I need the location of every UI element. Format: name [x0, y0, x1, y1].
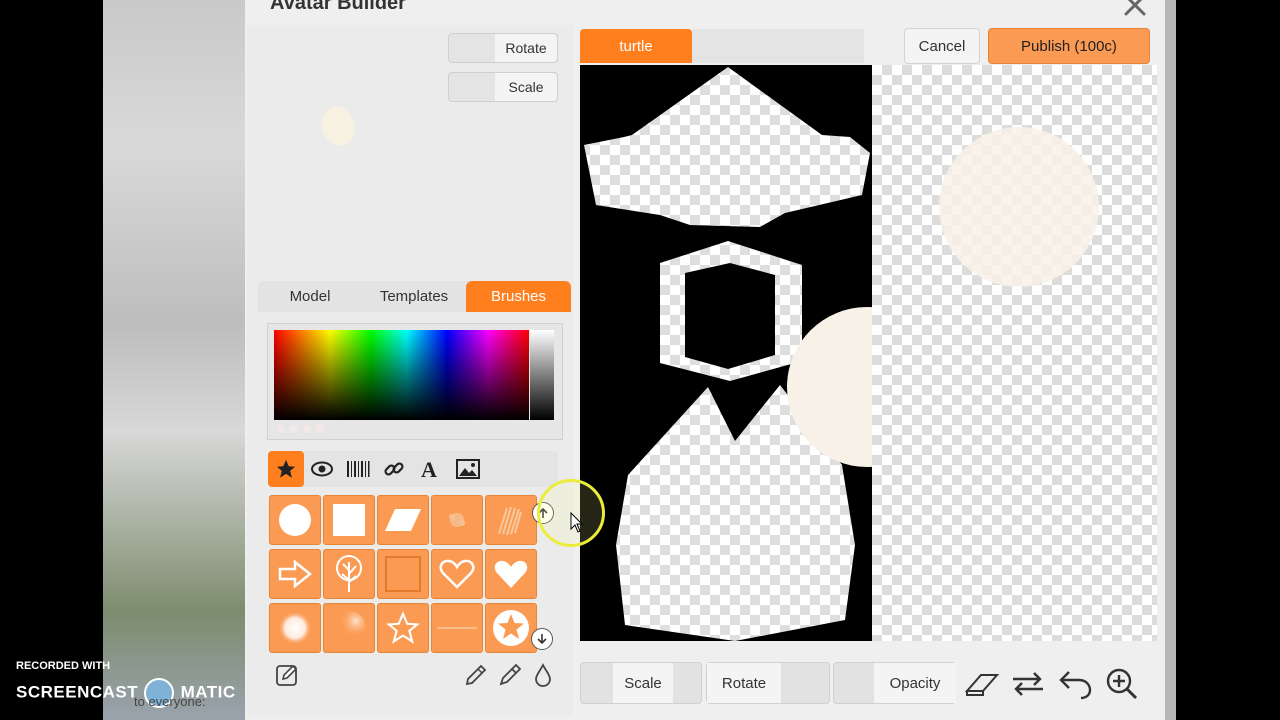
scribble-brush[interactable]: [485, 495, 537, 545]
arrow-brush[interactable]: [269, 549, 321, 599]
square-brush[interactable]: [323, 495, 375, 545]
scale-label: Scale: [495, 73, 557, 101]
rotate-button-bottom[interactable]: Rotate: [706, 662, 830, 704]
eyedropper-icon[interactable]: [495, 660, 525, 690]
watermark-line1: RECORDED WITH: [16, 660, 111, 672]
layer-tab-strip: [692, 29, 864, 63]
scroll-down-icon[interactable]: [531, 628, 553, 650]
mouse-cursor-icon: [570, 512, 584, 533]
star-icon[interactable]: [268, 451, 304, 487]
eye-icon[interactable]: [304, 451, 340, 487]
undo-icon[interactable]: [1055, 666, 1095, 702]
outline-star-brush[interactable]: [377, 603, 429, 653]
star-badge-brush[interactable]: [485, 603, 537, 653]
edit-icon[interactable]: [272, 660, 302, 690]
panel-tabs: Model Templates Brushes: [258, 281, 571, 312]
parallelogram-brush[interactable]: [377, 495, 429, 545]
layer-name-tab[interactable]: turtle: [580, 29, 692, 63]
publish-button[interactable]: Publish (100c): [988, 28, 1150, 64]
outline-square-brush[interactable]: [377, 549, 429, 599]
opacity-button[interactable]: Opacity: [833, 662, 956, 704]
cancel-button[interactable]: Cancel: [904, 28, 980, 64]
eraser-icon[interactable]: [962, 666, 1002, 702]
rotate-bottom-label: Rotate: [707, 663, 781, 703]
color-spectrum[interactable]: [274, 330, 529, 420]
splatter-brush[interactable]: [431, 495, 483, 545]
rotate-label: Rotate: [495, 34, 557, 62]
svg-text:A: A: [421, 458, 437, 480]
scale-button-bottom[interactable]: Scale: [580, 662, 702, 704]
zoom-icon[interactable]: [1102, 666, 1142, 702]
opacity-label: Opacity: [874, 663, 956, 703]
barcode-icon[interactable]: [340, 451, 376, 487]
brush-category-bar: A: [268, 451, 558, 487]
texture-canvas[interactable]: [580, 65, 872, 641]
uv-preview-area: [872, 65, 1157, 641]
rotate-button[interactable]: Rotate: [448, 33, 558, 63]
swap-icon[interactable]: [1008, 666, 1048, 702]
watermark-brand: SCREENCAST: [16, 682, 139, 702]
color-picker: [267, 323, 563, 440]
soft-circle-brush[interactable]: [269, 603, 321, 653]
heart-brush[interactable]: [485, 549, 537, 599]
close-icon[interactable]: [1122, 0, 1148, 18]
tab-brushes[interactable]: Brushes: [466, 281, 571, 312]
brightness-bar[interactable]: [530, 330, 554, 420]
image-icon[interactable]: [450, 451, 486, 487]
chat-fragment: to everyone:: [134, 694, 206, 709]
recent-colors[interactable]: [276, 424, 326, 437]
game-background: [103, 0, 248, 720]
tab-model[interactable]: Model: [258, 281, 362, 312]
tree-brush[interactable]: [323, 549, 375, 599]
scale-button[interactable]: Scale: [448, 72, 558, 102]
pencil-icon[interactable]: [461, 660, 491, 690]
line-brush[interactable]: [431, 603, 483, 653]
fill-drop-icon[interactable]: [528, 660, 558, 690]
window-title: Avatar Builder: [270, 0, 406, 14]
circle-brush[interactable]: [269, 495, 321, 545]
outline-heart-brush[interactable]: [431, 549, 483, 599]
link-icon[interactable]: [376, 451, 412, 487]
text-icon[interactable]: A: [412, 451, 448, 487]
gradient-brush[interactable]: [323, 603, 375, 653]
scale-bottom-label: Scale: [613, 663, 673, 703]
tab-templates[interactable]: Templates: [362, 281, 466, 312]
